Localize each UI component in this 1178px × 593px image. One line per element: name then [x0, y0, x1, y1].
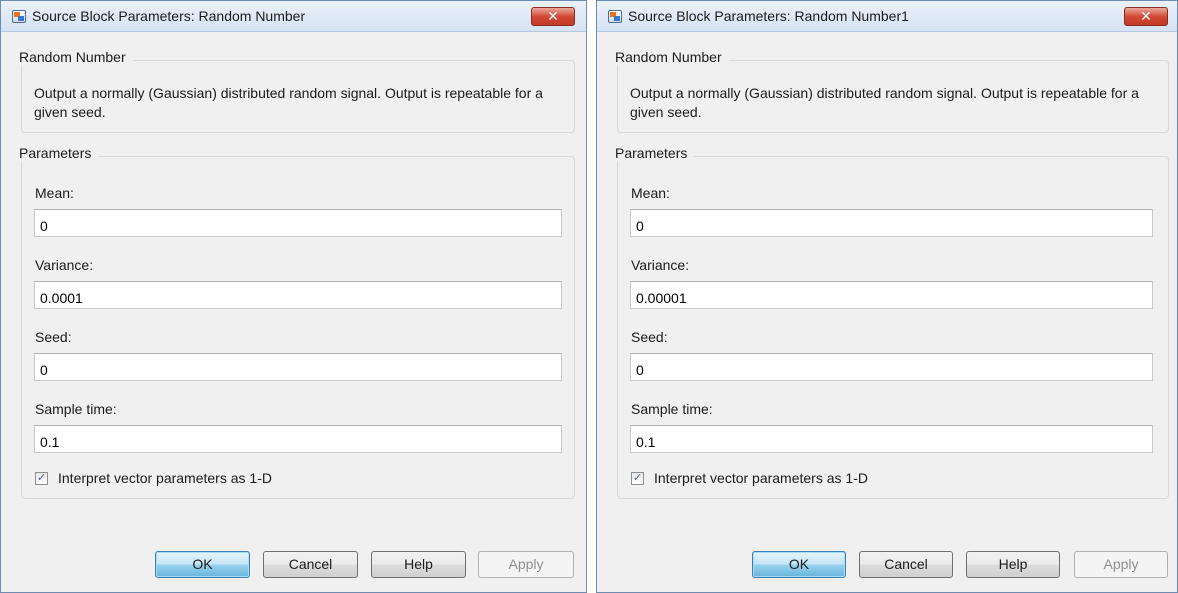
- interpret-vector-label[interactable]: Interpret vector parameters as 1-D: [654, 470, 868, 486]
- sample-time-input[interactable]: [630, 425, 1153, 453]
- seed-label: Seed:: [631, 329, 668, 345]
- cancel-button[interactable]: Cancel: [263, 551, 358, 578]
- parameters-label: Parameters: [610, 145, 695, 161]
- seed-input[interactable]: [630, 353, 1153, 381]
- close-button[interactable]: ✕: [531, 7, 575, 26]
- close-icon[interactable]: ✕: [1140, 8, 1152, 24]
- dialog-random-number1: Source Block Parameters: Random Number1 …: [596, 0, 1178, 593]
- apply-button: Apply: [1074, 551, 1168, 578]
- mean-input[interactable]: [34, 209, 562, 237]
- parameters-label: Parameters: [14, 145, 99, 161]
- block-name-label: Random Number: [14, 49, 133, 65]
- variance-input[interactable]: [630, 281, 1153, 309]
- window-title: Source Block Parameters: Random Number1: [628, 8, 909, 24]
- help-button[interactable]: Help: [371, 551, 466, 578]
- block-description: Output a normally (Gaussian) distributed…: [34, 85, 543, 120]
- simulink-block-icon: [608, 10, 622, 23]
- seed-label: Seed:: [35, 329, 72, 345]
- variance-label: Variance:: [631, 257, 690, 273]
- interpret-vector-checkbox[interactable]: ✓: [35, 472, 48, 485]
- ok-button[interactable]: OK: [752, 551, 846, 578]
- help-button[interactable]: Help: [966, 551, 1060, 578]
- apply-button: Apply: [478, 551, 574, 578]
- cancel-button[interactable]: Cancel: [859, 551, 953, 578]
- block-description: Output a normally (Gaussian) distributed…: [630, 85, 1139, 120]
- mean-label: Mean:: [631, 185, 670, 201]
- checkbox-check-icon: ✓: [632, 472, 643, 484]
- mean-label: Mean:: [35, 185, 74, 201]
- variance-label: Variance:: [35, 257, 94, 273]
- close-icon[interactable]: ✕: [547, 8, 559, 24]
- dialog-random-number: Source Block Parameters: Random Number ✕…: [0, 0, 587, 593]
- interpret-vector-checkbox[interactable]: ✓: [631, 472, 644, 485]
- simulink-block-icon: [12, 10, 26, 23]
- sample-time-label: Sample time:: [631, 401, 713, 417]
- checkbox-check-icon: ✓: [36, 472, 47, 484]
- title-bar[interactable]: Source Block Parameters: Random Number ✕: [1, 1, 586, 32]
- interpret-vector-label[interactable]: Interpret vector parameters as 1-D: [58, 470, 272, 486]
- mean-input[interactable]: [630, 209, 1153, 237]
- seed-input[interactable]: [34, 353, 562, 381]
- close-button[interactable]: ✕: [1124, 7, 1168, 26]
- title-bar[interactable]: Source Block Parameters: Random Number1 …: [597, 1, 1177, 32]
- window-title: Source Block Parameters: Random Number: [32, 8, 306, 24]
- block-name-label: Random Number: [610, 49, 729, 65]
- ok-button[interactable]: OK: [155, 551, 250, 578]
- sample-time-input[interactable]: [34, 425, 562, 453]
- sample-time-label: Sample time:: [35, 401, 117, 417]
- variance-input[interactable]: [34, 281, 562, 309]
